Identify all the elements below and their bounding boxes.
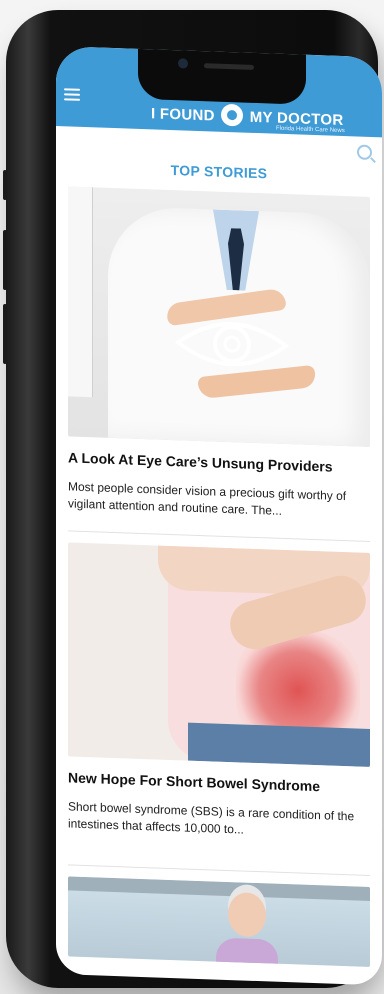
phone-frame: I FOUND MY DOCTOR Florida Health Care Ne… <box>3 10 382 988</box>
story-image[interactable] <box>68 186 370 447</box>
mute-switch <box>3 170 7 200</box>
phone-screen: I FOUND MY DOCTOR Florida Health Care Ne… <box>56 46 382 986</box>
window-image-part <box>68 876 370 901</box>
notch <box>138 46 306 105</box>
jeans-image-part <box>188 722 370 767</box>
story-card[interactable]: A Look At Eye Care’s Unsung Providers Mo… <box>68 186 370 523</box>
story-card[interactable] <box>68 876 370 967</box>
search-icon[interactable] <box>357 144 372 161</box>
story-card[interactable]: New Hope For Short Bowel Syndrome Short … <box>68 542 370 843</box>
divider <box>68 530 370 542</box>
doctor-logo-icon <box>221 103 244 127</box>
story-image[interactable] <box>68 876 370 967</box>
volume-down-button <box>3 304 7 364</box>
section-title: TOP STORIES <box>170 162 268 182</box>
story-title[interactable]: A Look At Eye Care’s Unsung Providers <box>68 448 370 477</box>
volume-up-button <box>3 230 7 290</box>
eye-icon <box>174 322 290 367</box>
brand-subtitle: Florida Health Care News <box>276 125 345 135</box>
story-excerpt: Most people consider vision a precious g… <box>68 479 347 518</box>
story-title[interactable]: New Hope For Short Bowel Syndrome <box>68 768 370 797</box>
divider <box>68 864 370 876</box>
person-image-part <box>216 937 278 967</box>
brand-left-text: I FOUND <box>151 105 215 125</box>
earpiece-speaker <box>204 63 254 70</box>
story-image[interactable] <box>68 542 370 767</box>
front-camera <box>178 58 188 69</box>
story-excerpt: Short bowel syndrome (SBS) is a rare con… <box>68 799 355 837</box>
eye-chart-image-part <box>68 186 93 398</box>
person-image-part <box>228 892 266 938</box>
menu-icon[interactable] <box>64 88 80 101</box>
